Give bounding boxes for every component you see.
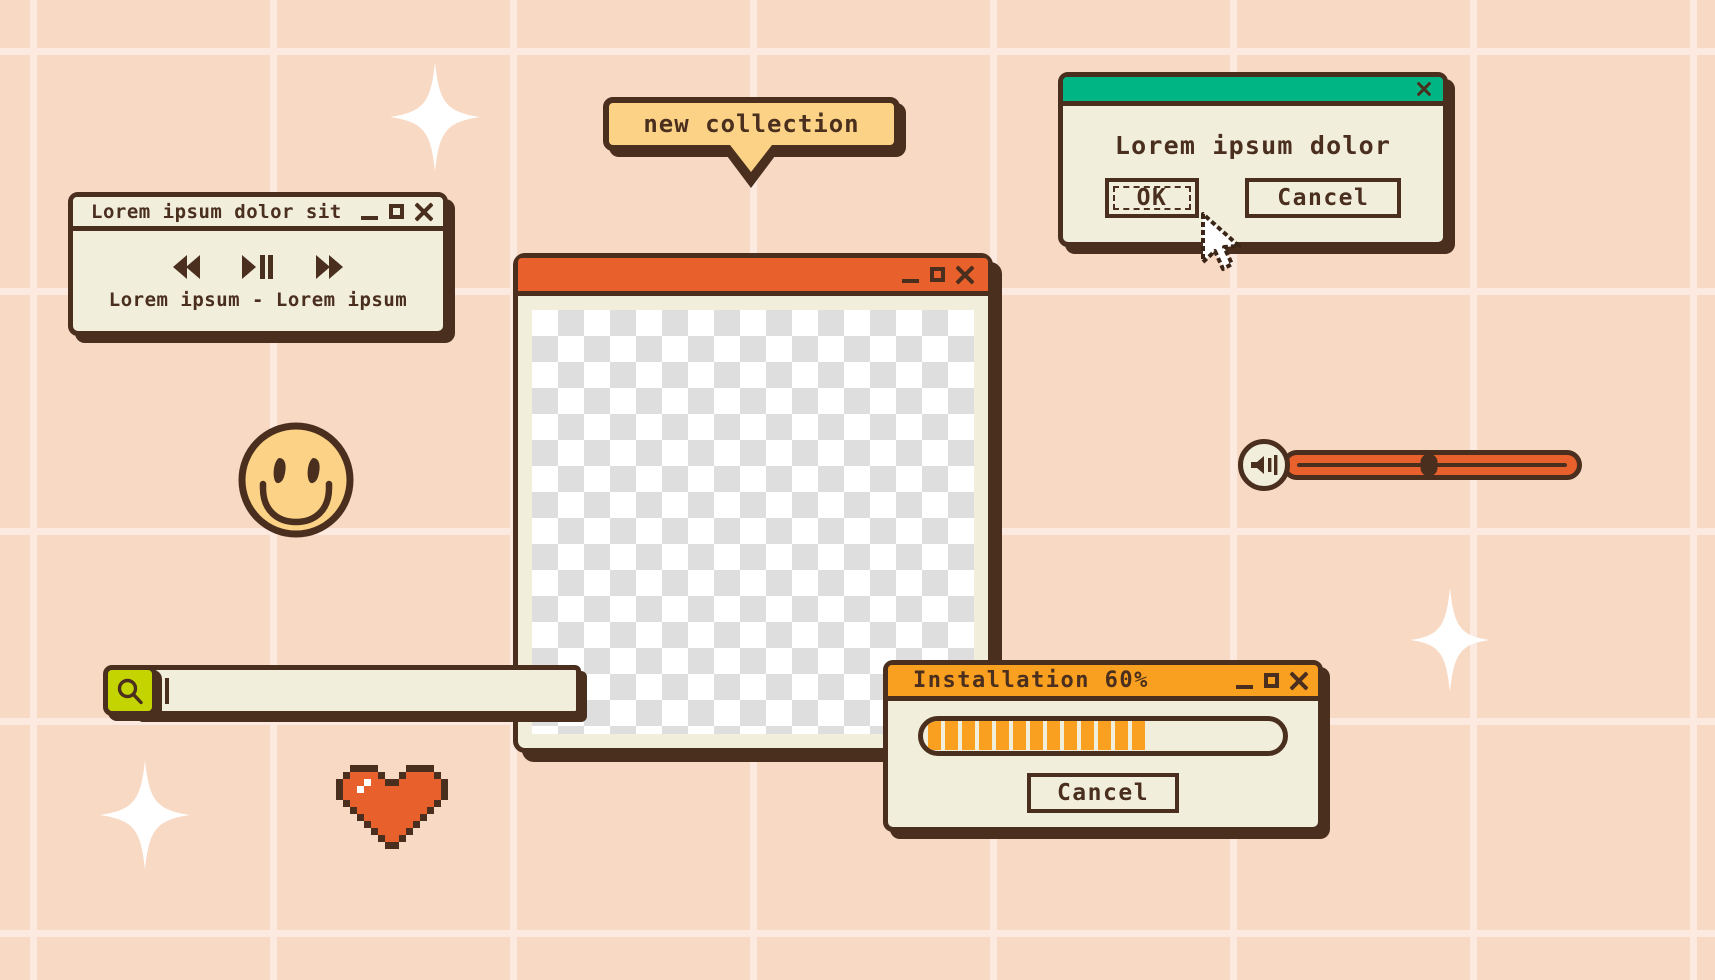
install-body: Cancel (888, 701, 1318, 827)
close-icon[interactable] (415, 203, 433, 221)
progress-segment (1115, 721, 1128, 750)
progress-segment (1047, 721, 1060, 750)
confirmation-dialog-window[interactable]: Lorem ipsum dolor OK Cancel (1058, 72, 1448, 247)
search-icon (117, 678, 143, 704)
volume-knob[interactable] (1420, 454, 1438, 476)
minimize-icon[interactable] (361, 215, 378, 220)
progress-segment (1081, 721, 1094, 750)
progress-segment (1064, 721, 1077, 750)
speech-bubble: new collection (603, 97, 900, 151)
image-viewer-titlebar[interactable] (518, 258, 988, 296)
smiley-face-icon (238, 422, 354, 538)
search-input[interactable] (131, 665, 581, 716)
player-window-controls[interactable] (361, 203, 433, 221)
play-pause-icon[interactable] (241, 255, 275, 279)
install-title: Installation 60% (913, 668, 1149, 693)
progress-segment (1098, 721, 1111, 750)
progress-segment (962, 721, 975, 750)
progress-segment (1030, 721, 1043, 750)
search-bar[interactable] (103, 665, 581, 720)
dialog-message: Lorem ipsum dolor (1114, 130, 1392, 160)
sparkle-icon (1410, 588, 1490, 692)
minimize-icon[interactable] (902, 278, 919, 283)
dialog-button-row: OK Cancel (1104, 177, 1402, 218)
install-titlebar[interactable]: Installation 60% (888, 665, 1318, 701)
player-body: Lorem ipsum - Lorem ipsum (73, 231, 443, 331)
install-cancel-button[interactable]: Cancel (1026, 772, 1180, 813)
dialog-titlebar[interactable] (1063, 77, 1443, 106)
grid-line-horizontal (0, 48, 1715, 55)
ok-button[interactable]: OK (1104, 177, 1200, 218)
grid-line-vertical (1690, 0, 1697, 980)
player-title: Lorem ipsum dolor sit (91, 200, 342, 223)
grid-line-vertical (30, 0, 37, 980)
text-caret (165, 678, 169, 704)
image-viewer-window-controls[interactable] (902, 266, 974, 284)
maximize-icon[interactable] (930, 267, 945, 282)
installation-progress-window[interactable]: Installation 60% Cancel (883, 660, 1323, 832)
track-label: Lorem ipsum - Lorem ipsum (108, 289, 408, 311)
bubble-tail-fill (730, 145, 772, 172)
search-button[interactable] (103, 665, 157, 716)
maximize-icon[interactable] (1264, 673, 1279, 688)
volume-track[interactable] (1282, 450, 1582, 480)
dialog-body: Lorem ipsum dolor OK Cancel (1063, 106, 1443, 242)
close-icon[interactable] (1417, 82, 1431, 96)
fast-forward-icon[interactable] (316, 255, 344, 279)
sparkle-icon (100, 760, 190, 870)
progress-segment (996, 721, 1009, 750)
speaker-volume-icon[interactable] (1238, 439, 1290, 491)
progress-bar (918, 715, 1288, 756)
rewind-icon[interactable] (172, 255, 200, 279)
sparkle-icon (390, 62, 480, 172)
minimize-icon[interactable] (1236, 684, 1253, 689)
grid-line-horizontal (0, 930, 1715, 937)
progress-segment (945, 721, 958, 750)
speech-bubble-text: new collection (643, 110, 860, 138)
volume-slider[interactable] (1238, 438, 1582, 492)
close-icon[interactable] (956, 266, 974, 284)
pixel-heart-icon (336, 765, 448, 849)
progress-segment (1013, 721, 1026, 750)
progress-bar-fill (928, 721, 1145, 750)
music-player-window[interactable]: Lorem ipsum dolor sit Lorem ipsum - Lore… (68, 192, 448, 336)
close-icon[interactable] (1290, 672, 1308, 690)
progress-segment (1132, 721, 1145, 750)
transport-controls[interactable] (172, 255, 344, 279)
dialog-window-controls[interactable] (1417, 82, 1431, 96)
install-window-controls[interactable] (1236, 672, 1308, 690)
player-titlebar[interactable]: Lorem ipsum dolor sit (73, 197, 443, 231)
progress-segment (928, 721, 941, 750)
canvas: Lorem ipsum dolor sit Lorem ipsum - Lore… (0, 0, 1715, 980)
maximize-icon[interactable] (389, 204, 404, 219)
new-collection-callout: new collection (603, 97, 900, 188)
progress-segment (979, 721, 992, 750)
cancel-button[interactable]: Cancel (1245, 177, 1402, 218)
